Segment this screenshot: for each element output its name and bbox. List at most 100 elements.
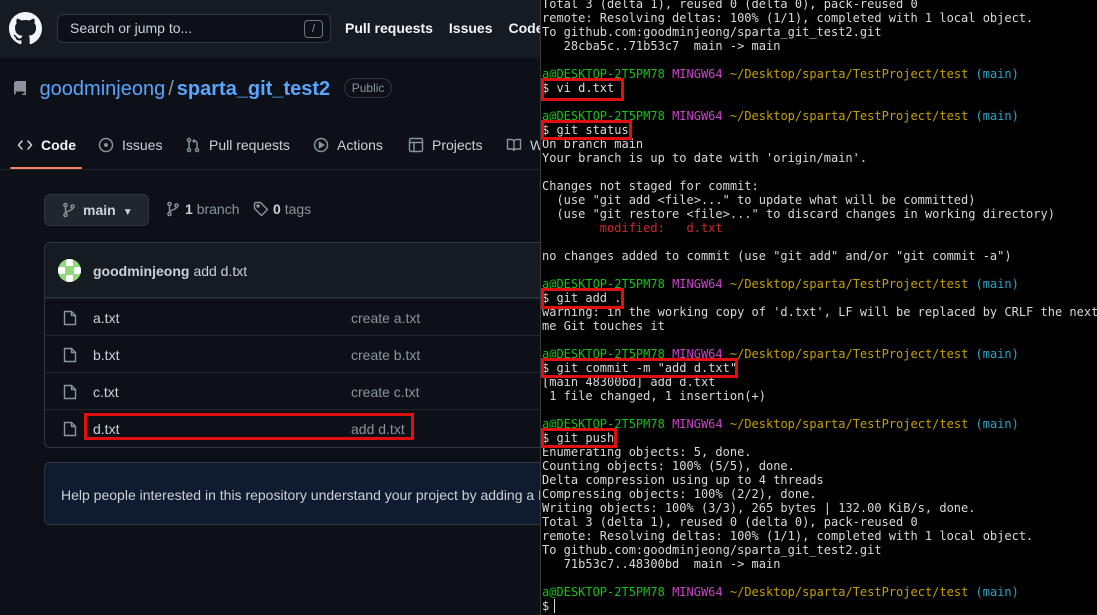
tab-issues[interactable]: Issues [98,137,162,153]
highlight-box-git-push [541,428,617,448]
file-commit-message[interactable]: create b.txt [351,347,420,363]
terminal-line: Delta compression using up to 4 threads [542,473,824,487]
terminal-prompt: a@DESKTOP-2T5PM78 MINGW64 ~/Desktop/spar… [542,585,1019,599]
tab-projects-label: Projects [432,137,483,153]
repo-separator: / [168,78,174,100]
branch-count-link[interactable]: 1 branch [165,201,240,217]
terminal-line-modified: modified: d.txt [542,221,723,235]
terminal-line: To github.com:goodminjeong/sparta_git_te… [542,25,882,39]
terminal-line: (use "git restore <file>..." to discard … [542,207,1055,221]
global-nav: Pull requests Issues Codespaces [345,20,540,36]
prompt-branch: (main) [975,347,1019,361]
nav-issues[interactable]: Issues [449,20,493,36]
tab-projects[interactable]: Projects [408,137,483,153]
terminal-line: 71b53c7..48300bd main -> main [542,557,781,571]
commit-author-link[interactable]: goodminjeong [93,263,189,279]
terminal-line: Your branch is up to date with 'origin/m… [542,151,868,165]
tag-icon [253,201,269,217]
branch-select-button[interactable]: main ▼ [44,194,149,226]
search-input[interactable]: Search or jump to... / [57,14,331,43]
book-icon [506,138,522,152]
terminal-line: Total 3 (delta 1), reused 0 (delta 0), p… [542,515,918,529]
search-shortcut-key: / [304,20,323,38]
visibility-badge: Public [343,78,393,98]
avatar[interactable] [58,259,81,282]
repo-title: goodminjeong / sparta_git_test2 Public [12,78,393,101]
terminal-line: 1 file changed, 1 insertion(+) [542,389,766,403]
pull-request-icon [186,137,200,153]
tab-pull-requests-label: Pull requests [209,137,290,153]
git-branch-icon [167,201,179,217]
file-icon [63,347,77,363]
tab-code[interactable]: Code [17,137,76,153]
file-commit-message[interactable]: create a.txt [351,310,420,326]
terminal-line: Total 3 (delta 1), reused 0 (delta 0), p… [542,0,918,11]
current-branch-label: main [83,202,116,218]
tab-code-label: Code [41,137,76,153]
repo-tabs: Code Issues Pull requests Actions Projec… [0,124,540,170]
file-name-link[interactable]: a.txt [93,310,119,326]
repo-icon [13,81,26,95]
terminal-line: To github.com:goodminjeong/sparta_git_te… [542,543,882,557]
file-commit-message[interactable]: create c.txt [351,384,419,400]
terminal-line: (use "git add <file>..." to update what … [542,193,976,207]
terminal-window[interactable]: Total 3 (delta 1), reused 0 (delta 0), p… [540,0,1097,615]
prompt-branch: (main) [975,417,1019,431]
terminal-line: warning: in the working copy of 'd.txt',… [542,305,1097,319]
github-logo-icon[interactable] [9,12,42,45]
terminal-line: 28cba5c..71b53c7 main -> main [542,39,781,53]
terminal-line: me Git touches it [542,319,665,333]
github-header: Search or jump to... / Pull requests Issu… [0,0,540,58]
prompt-path: ~/Desktop/sparta/TestProject/test [729,277,969,291]
file-name-link[interactable]: b.txt [93,347,119,363]
commit-message-link[interactable]: add d.txt [193,263,247,279]
file-row[interactable]: c.txt create c.txt [45,372,540,409]
tab-wiki[interactable]: Wiki [506,137,540,153]
terminal-line: Counting objects: 100% (5/5), done. [542,459,795,473]
highlight-box-d-txt [84,413,414,440]
tab-actions[interactable]: Actions [313,137,383,153]
tag-count-link[interactable]: 0 tags [253,201,311,217]
tab-issues-label: Issues [122,137,163,153]
table-icon [408,137,424,153]
file-name-link[interactable]: c.txt [93,384,119,400]
prompt-path: ~/Desktop/sparta/TestProject/test [729,109,969,123]
prompt-system: MINGW64 [672,417,723,431]
prompt-system: MINGW64 [672,277,723,291]
latest-commit-bar: goodminjeong add d.txt [45,243,540,298]
tag-count-label: tags [284,201,312,217]
readme-prompt-box: Help people interested in this repositor… [44,462,540,525]
terminal-line: Compressing objects: 100% (2/2), done. [542,487,817,501]
terminal-line: Writing objects: 100% (3/3), 265 bytes |… [542,501,976,515]
file-icon [63,310,77,326]
highlight-box-git-add [541,288,624,309]
file-row[interactable]: b.txt create b.txt [45,335,540,372]
branch-count-value: 1 [185,201,193,217]
tab-wiki-label: Wiki [530,137,540,153]
prompt-path: ~/Desktop/sparta/TestProject/test [729,347,969,361]
prompt-path: ~/Desktop/sparta/TestProject/test [729,417,969,431]
file-row[interactable]: a.txt create a.txt [45,298,540,335]
issue-icon [98,137,114,153]
repo-name-link[interactable]: sparta_git_test2 [177,78,330,100]
prompt-path: ~/Desktop/sparta/TestProject/test [729,585,969,599]
highlight-box-git-status [541,120,632,140]
latest-commit-text: goodminjeong add d.txt [93,263,247,279]
terminal-line: remote: Resolving deltas: 100% (1/1), co… [542,529,1034,543]
nav-codespaces[interactable]: Codespaces [509,20,540,36]
repo-owner-link[interactable]: goodminjeong [40,78,166,100]
tab-pull-requests[interactable]: Pull requests [185,137,290,153]
nav-pull-requests[interactable]: Pull requests [345,20,433,36]
github-window: Search or jump to... / Pull requests Issu… [0,0,540,615]
highlight-box-vi [541,78,624,101]
prompt-system: MINGW64 [672,109,723,123]
chevron-down-icon: ▼ [122,207,133,218]
terminal-line: Changes not staged for commit: [542,179,759,193]
prompt-branch: (main) [975,277,1019,291]
prompt-branch: (main) [975,67,1019,81]
readme-prompt-text: Help people interested in this repositor… [61,487,540,503]
prompt-user: a@DESKTOP-2T5PM78 [542,585,665,599]
file-icon [63,421,77,437]
prompt-system: MINGW64 [672,67,723,81]
terminal-cursor [554,599,555,613]
